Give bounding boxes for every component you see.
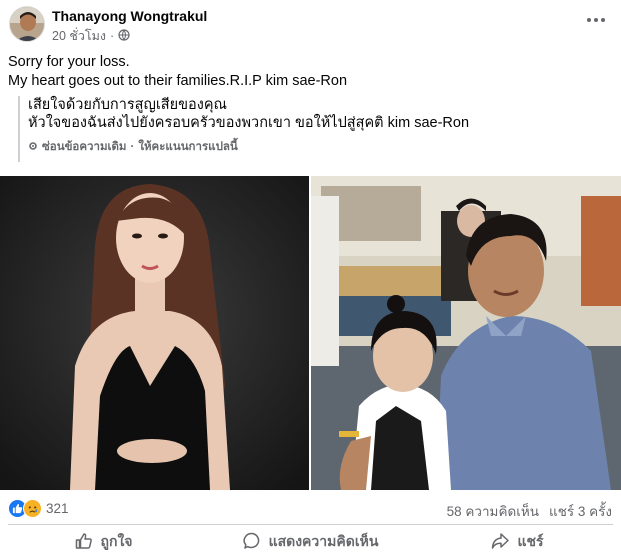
- reactions-summary[interactable]: 321: [8, 499, 69, 518]
- share-icon: [491, 532, 510, 553]
- post-photos: [0, 176, 621, 490]
- translation-block: เสียใจด้วยกับการสูญเสียของคุณ หัวใจของฉั…: [18, 96, 608, 162]
- gear-icon: [28, 141, 38, 154]
- avatar[interactable]: [9, 6, 45, 42]
- like-label: ถูกใจ: [100, 533, 133, 549]
- post-meta: 20 ชั่วโมง ·: [52, 26, 130, 46]
- sad-icon: [23, 499, 42, 518]
- post-text: Sorry for your loss. My heart goes out t…: [8, 53, 347, 91]
- translation-links: ซ่อนข้อความเดิม · ให้คะแนนการแปลนี้: [28, 138, 608, 156]
- reaction-count: 321: [46, 501, 69, 516]
- comment-count[interactable]: 58 ความคิดเห็น: [447, 500, 539, 522]
- share-button[interactable]: แชร์: [414, 528, 621, 556]
- divider: [8, 524, 613, 525]
- post-stats: 321 58 ความคิดเห็น แชร์ 3 ครั้ง: [0, 497, 621, 519]
- post-text-line: Sorry for your loss.: [8, 54, 130, 70]
- comment-icon: [243, 532, 261, 553]
- comment-label: แสดงความคิดเห็น: [268, 533, 379, 549]
- globe-icon: [118, 28, 130, 44]
- action-bar: ถูกใจ แสดงความคิดเห็น แชร์: [0, 528, 621, 556]
- thumbs-up-icon: [75, 532, 93, 553]
- translation-line: หัวใจของฉันส่งไปยังครอบครัวของพวกเขา ขอใ…: [28, 115, 470, 131]
- comment-button[interactable]: แสดงความคิดเห็น: [207, 528, 414, 556]
- author-name[interactable]: Thanayong Wongtrakul: [52, 8, 207, 24]
- engagement-counts: 58 ความคิดเห็น แชร์ 3 ครั้ง: [447, 500, 612, 522]
- rate-translation-link[interactable]: ให้คะแนนการแปลนี้: [138, 138, 237, 156]
- share-count[interactable]: แชร์ 3 ครั้ง: [549, 500, 612, 522]
- photo-portrait[interactable]: [0, 176, 309, 490]
- photo-group[interactable]: [311, 176, 621, 490]
- more-options-icon[interactable]: [585, 10, 607, 30]
- post-header: Thanayong Wongtrakul 20 ชั่วโมง ·: [0, 0, 621, 50]
- share-label: แชร์: [517, 533, 544, 549]
- post-time[interactable]: 20 ชั่วโมง: [52, 26, 106, 46]
- like-button[interactable]: ถูกใจ: [0, 528, 207, 556]
- translation-line: เสียใจด้วยกับการสูญเสียของคุณ: [28, 97, 227, 113]
- hide-original-link[interactable]: ซ่อนข้อความเดิม: [42, 138, 127, 156]
- post-text-line: My heart goes out to their families.R.I.…: [8, 73, 348, 89]
